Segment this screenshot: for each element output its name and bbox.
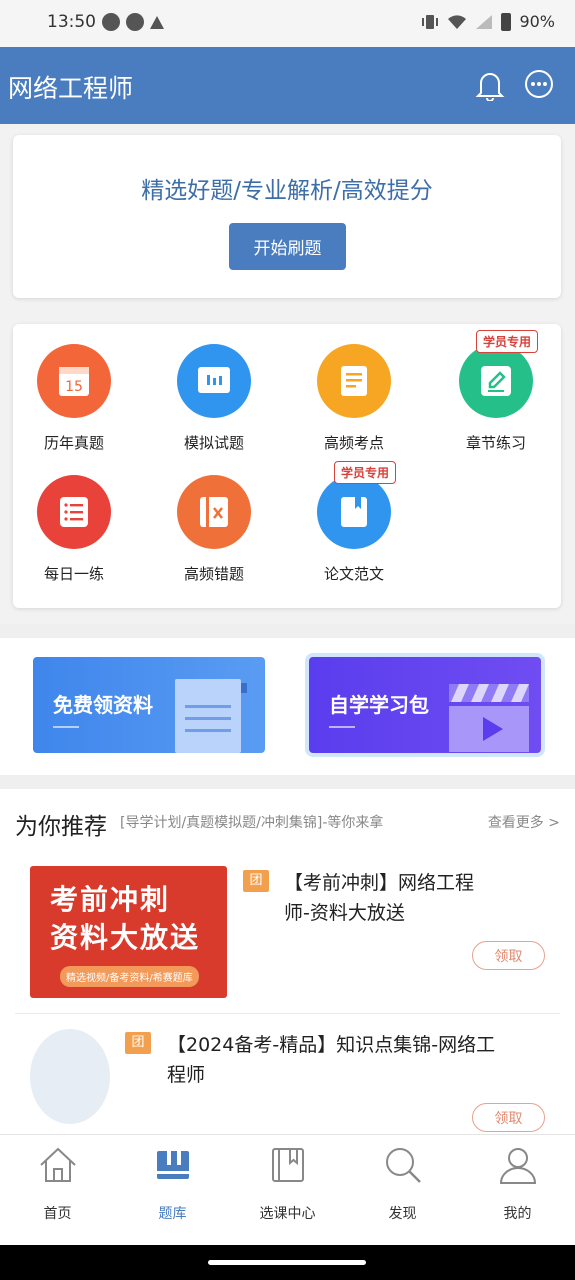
app-header: 网络工程师 <box>0 47 575 124</box>
section-divider <box>0 624 575 638</box>
grid-label: 论文范文 <box>323 565 384 583</box>
course-center-icon <box>271 1148 304 1182</box>
nav-course-center[interactable]: 选课中心 <box>230 1145 345 1223</box>
grid-item-past-exams[interactable]: 15 历年真题 <box>14 344 134 453</box>
vibrate-icon <box>422 14 439 29</box>
promo-banners: 免费领资料 自学学习包 <box>0 638 575 775</box>
start-practice-button[interactable]: 开始刷题 <box>229 223 346 270</box>
page-title: 网络工程师 <box>8 74 134 103</box>
system-nav-bar <box>0 1245 575 1280</box>
calendar-icon: 15 <box>37 344 111 418</box>
status-notification-icons <box>102 13 164 31</box>
view-more-link[interactable]: 查看更多 > <box>488 812 560 832</box>
presentation-icon <box>177 344 251 418</box>
recommend-subtitle: [导学计划/真题模拟题/冲刺集锦]-等你来拿 <box>120 815 384 831</box>
error-book-icon <box>177 475 251 549</box>
section-divider <box>0 775 575 789</box>
grid-label: 历年真题 <box>43 434 104 452</box>
battery-level: 90% <box>519 12 555 31</box>
nav-home[interactable]: 首页 <box>0 1145 115 1223</box>
message-icon[interactable] <box>523 69 555 101</box>
grid-label: 高频错题 <box>183 565 244 583</box>
course-title[interactable]: 【2024备考-精品】知识点集锦-网络工 程师 <box>167 1030 495 1090</box>
self-study-pack-banner[interactable]: 自学学习包 <box>309 657 541 753</box>
hero-slogan: 精选好题/专业解析/高效提分 <box>141 178 433 204</box>
list-icon <box>37 475 111 549</box>
grid-label: 高频考点 <box>323 434 384 452</box>
profile-icon <box>499 1148 536 1184</box>
course-thumbnail-placeholder[interactable] <box>30 1029 110 1124</box>
grid-item-key-points[interactable]: 高频考点 <box>294 344 414 453</box>
banner-underline <box>329 726 355 728</box>
nav-label: 题库 <box>158 1206 187 1222</box>
nav-label: 选课中心 <box>259 1206 316 1222</box>
claim-button[interactable]: 领取 <box>472 1103 545 1132</box>
check-circle-icon <box>126 13 144 31</box>
nav-label: 首页 <box>43 1206 72 1222</box>
thumb-headline: 考前冲刺 <box>50 883 171 916</box>
notification-icon <box>102 13 120 31</box>
group-buy-badge: 团 <box>243 870 269 892</box>
grid-label: 每日一练 <box>43 565 104 583</box>
bell-icon[interactable] <box>475 69 505 101</box>
grid-item-chapter-practice[interactable]: 学员专用 章节练习 <box>436 330 556 453</box>
signal-icon <box>476 14 493 29</box>
banner-label: 免费领资料 <box>53 693 153 717</box>
grid-label: 章节练习 <box>465 434 526 452</box>
status-time: 13:50 <box>47 12 96 32</box>
nav-label: 我的 <box>503 1206 532 1222</box>
thumb-headline: 资料大放送 <box>50 921 201 954</box>
claim-button[interactable]: 领取 <box>472 941 545 970</box>
svg-text:15: 15 <box>65 379 83 395</box>
home-gesture-handle[interactable] <box>208 1260 366 1265</box>
hero-card: 精选好题/专业解析/高效提分 开始刷题 <box>13 135 561 298</box>
grid-item-mock-exams[interactable]: 模拟试题 <box>154 344 274 453</box>
nav-question-bank[interactable]: 题库 <box>115 1145 230 1223</box>
recommend-section: 为你推荐 [导学计划/真题模拟题/冲刺集锦]-等你来拿 查看更多 > 考前冲刺 … <box>0 789 575 1134</box>
member-only-badge: 学员专用 <box>333 461 396 484</box>
recommend-title: 为你推荐 <box>15 814 107 840</box>
nav-label: 发现 <box>388 1206 417 1222</box>
banner-underline <box>53 726 79 728</box>
status-bar: 13:50 90% <box>0 0 575 47</box>
video-clapper-icon <box>449 684 529 752</box>
list-divider <box>15 1013 560 1014</box>
grid-item-frequent-errors[interactable]: 高频错题 <box>154 475 274 584</box>
course-title-line: 【2024备考-精品】知识点集锦-网络工 <box>167 1034 496 1056</box>
bottom-nav: 首页 题库 选课中心 发现 我的 <box>0 1134 575 1245</box>
course-title-line: 程师 <box>167 1064 206 1086</box>
feature-grid: 15 历年真题 模拟试题 高频考点 学员专用 章节练习 每日一练 高频错题 学员… <box>13 324 561 608</box>
question-bank-icon <box>156 1151 189 1179</box>
document-icon <box>317 344 391 418</box>
grid-item-daily-practice[interactable]: 每日一练 <box>14 475 134 584</box>
status-system-icons: 90% <box>421 12 555 31</box>
thumb-tag: 精选视频/备考资料/希赛题库 <box>60 966 199 987</box>
grid-item-essay-samples[interactable]: 学员专用 论文范文 <box>294 461 414 584</box>
group-buy-badge: 团 <box>125 1032 151 1054</box>
nav-discover[interactable]: 发现 <box>345 1145 460 1223</box>
bookmark-icon: 学员专用 <box>317 461 396 549</box>
battery-icon <box>501 12 512 31</box>
wifi-icon <box>448 14 467 29</box>
member-only-badge: 学员专用 <box>475 330 538 353</box>
grid-label: 模拟试题 <box>183 434 244 452</box>
course-title-line: 师-资料大放送 <box>284 902 405 924</box>
nav-profile[interactable]: 我的 <box>460 1145 575 1223</box>
course-title-line: 【考前冲刺】网络工程 <box>284 872 475 894</box>
course-thumbnail[interactable]: 考前冲刺 资料大放送 精选视频/备考资料/希赛题库 <box>30 866 227 998</box>
search-icon <box>385 1148 421 1183</box>
warning-icon <box>150 16 164 29</box>
banner-label: 自学学习包 <box>329 693 429 717</box>
edit-icon: 学员专用 <box>459 330 538 418</box>
document-icon <box>175 679 247 753</box>
free-materials-banner[interactable]: 免费领资料 <box>33 657 265 753</box>
course-title[interactable]: 【考前冲刺】网络工程 师-资料大放送 <box>284 868 474 928</box>
home-icon <box>39 1147 76 1182</box>
